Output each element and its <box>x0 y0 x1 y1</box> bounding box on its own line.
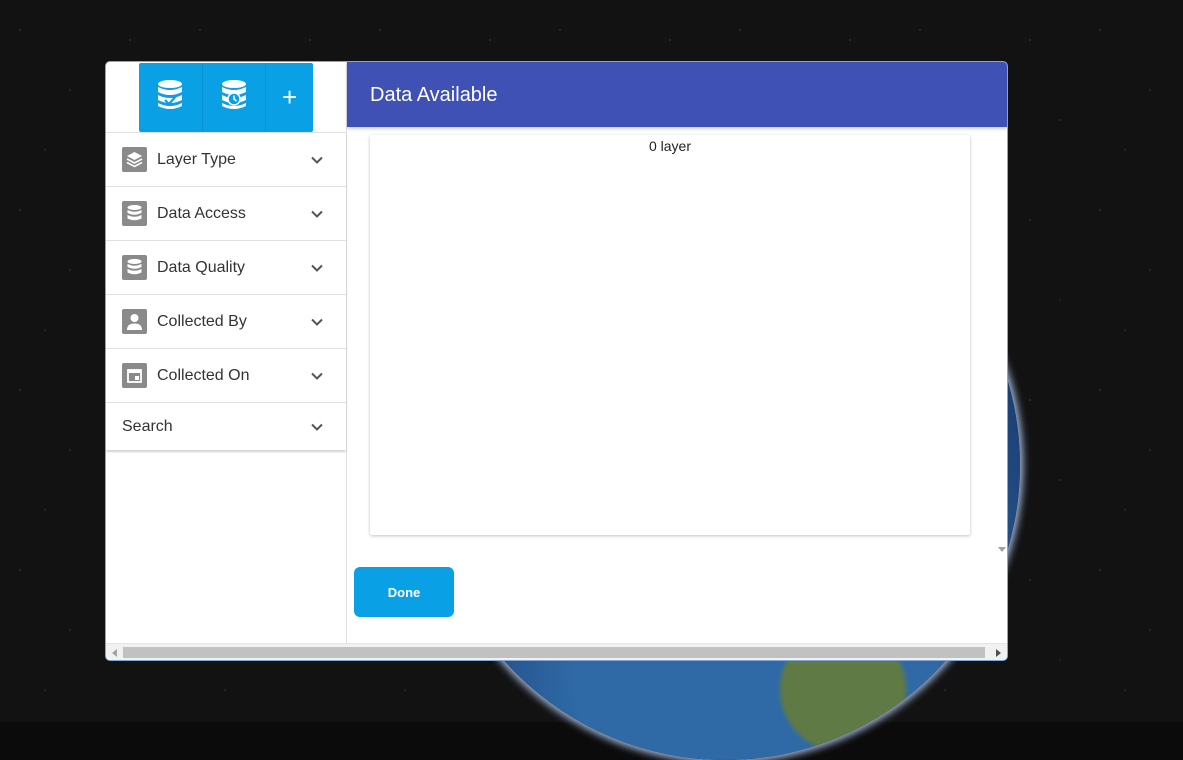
filter-label: Collected By <box>157 312 247 330</box>
scroll-left-arrow[interactable] <box>112 649 117 657</box>
filter-data-quality[interactable]: Data Quality <box>106 241 346 295</box>
filter-data-access[interactable]: Data Access <box>106 187 346 241</box>
chevron-down-icon <box>311 210 323 218</box>
filter-label: Data Quality <box>157 258 246 276</box>
filter-panel: + Layer Type Data Access Data Quality Co… <box>106 62 347 643</box>
chevron-down-icon <box>311 264 323 272</box>
layer-list[interactable]: 0 layer <box>370 135 970 535</box>
scrollbar-thumb[interactable] <box>123 647 985 658</box>
person-icon <box>122 309 147 334</box>
data-panel: Data Available 0 layer Done <box>347 62 1007 643</box>
filter-label: Layer Type <box>157 150 236 168</box>
filter-collected-on[interactable]: Collected On <box>106 349 346 403</box>
data-dialog: + Layer Type Data Access Data Quality Co… <box>105 61 1008 661</box>
database-check-button[interactable] <box>139 63 203 132</box>
filter-label: Collected On <box>157 366 250 384</box>
filter-collected-by[interactable]: Collected By <box>106 295 346 349</box>
database-icon <box>122 255 147 280</box>
page-title: Data Available <box>370 84 498 106</box>
database-check-icon <box>156 79 184 116</box>
database-icon <box>122 201 147 226</box>
scroll-right-arrow[interactable] <box>996 649 1001 657</box>
done-button[interactable]: Done <box>354 567 454 617</box>
horizontal-scrollbar[interactable] <box>106 643 1007 660</box>
chevron-down-icon <box>311 372 323 380</box>
chevron-down-icon <box>311 423 323 431</box>
filter-layer-type[interactable]: Layer Type <box>106 133 346 187</box>
search-label: Search <box>122 417 173 435</box>
layers-icon <box>122 147 147 172</box>
filter-list: Layer Type Data Access Data Quality Coll… <box>106 132 346 450</box>
filter-label: Data Access <box>157 204 246 222</box>
add-layer-button[interactable]: + <box>266 63 313 132</box>
filter-search[interactable]: Search <box>106 403 346 450</box>
panel-header: Data Available <box>347 62 1007 127</box>
toolbar: + <box>139 63 313 132</box>
database-clock-button[interactable] <box>203 63 267 132</box>
database-clock-icon <box>220 79 248 116</box>
chevron-down-icon <box>311 318 323 326</box>
chevron-down-icon <box>311 156 323 164</box>
plus-icon: + <box>282 82 298 112</box>
layer-count: 0 layer <box>648 138 692 154</box>
calendar-icon <box>122 363 147 388</box>
scroll-down-arrow[interactable] <box>998 547 1006 552</box>
